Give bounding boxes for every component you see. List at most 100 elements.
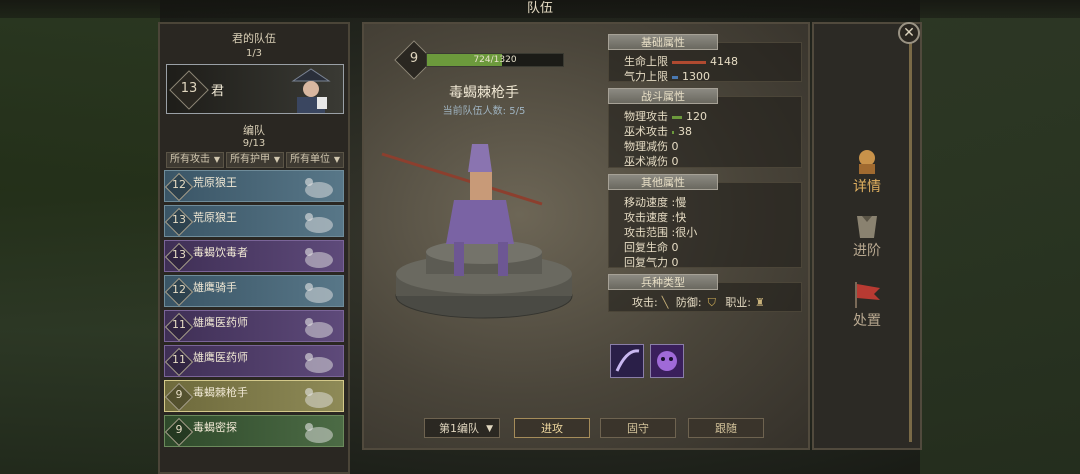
regen-hp-value: 0 xyxy=(671,241,679,254)
unit-level: 12 xyxy=(172,283,186,296)
unit-level: 11 xyxy=(172,353,186,366)
defend-button[interactable]: 固守 xyxy=(600,418,676,438)
other-stats-header: 其他属性 xyxy=(608,174,718,190)
attack-button[interactable]: 进攻 xyxy=(514,418,590,438)
divider xyxy=(909,30,912,442)
warrior-helmet-icon xyxy=(859,150,875,174)
squad-title: 编队 xyxy=(243,124,265,137)
party-title: 君的队伍 xyxy=(232,32,276,45)
unit-name: 雄鹰医药师 xyxy=(193,316,248,329)
skill-poison-mask-icon[interactable] xyxy=(650,344,684,378)
regen-qi-label: 回复气力 xyxy=(624,256,668,269)
magic-atk-value: 38 xyxy=(678,125,692,138)
unit-list-item[interactable]: 9 毒蝎棘枪手 xyxy=(164,380,344,412)
regen-hp-label: 回复生命 xyxy=(624,241,668,254)
qi-bar xyxy=(672,75,678,79)
filter-attack-dropdown[interactable]: 所有攻击 ▼ xyxy=(166,152,224,168)
unit-name: 雄鹰医药师 xyxy=(193,351,248,364)
filter-armor-label: 所有护甲 xyxy=(230,154,270,165)
unit-portrait xyxy=(305,318,333,338)
regen-hp-row: 回复生命 0 xyxy=(624,239,679,255)
leader-portrait xyxy=(291,68,331,113)
attack-range: 攻击范围 :很小 xyxy=(624,226,698,239)
unit-list-item[interactable]: 13 毒蝎饮毒者 xyxy=(164,240,344,272)
details-label: 详情 xyxy=(853,179,881,195)
leader-level: 13 xyxy=(180,81,198,96)
window-title: 队伍 xyxy=(0,0,1080,18)
unit-type-header: 兵种类型 xyxy=(608,274,718,290)
unit-list-item[interactable]: 11 雄鹰医药师 xyxy=(164,345,344,377)
hp-label: 生命上限 xyxy=(624,55,668,68)
regen-qi-row: 回复气力 0 xyxy=(624,254,679,270)
unit-portrait xyxy=(305,388,333,408)
class-icon: ♜ xyxy=(755,296,765,309)
hp-value: 4148 xyxy=(710,55,738,68)
chevron-down-icon: ▼ xyxy=(213,155,220,164)
xp-bar: 724/1320 xyxy=(426,53,564,67)
filter-row: 所有攻击 ▼ 所有护甲 ▼ 所有单位 ▼ xyxy=(166,152,344,168)
unit-type-row: 攻击: ╲ 防御: ⛉ 职业: ♜ xyxy=(632,294,765,310)
magic-def-label: 巫术减伤 xyxy=(624,155,668,168)
armor-icon xyxy=(857,216,877,238)
close-icon[interactable]: ✕ xyxy=(898,22,920,44)
attack-type-label: 攻击: xyxy=(632,296,658,309)
class-type-label: 职业: xyxy=(725,296,752,309)
unit-portrait xyxy=(305,213,333,233)
advance-button[interactable]: 进阶 xyxy=(838,210,896,260)
attack-speed: 攻击速度 :快 xyxy=(624,211,687,224)
unit-name: 毒蝎棘枪手 xyxy=(193,386,248,399)
unit-portrait xyxy=(305,248,333,268)
party-count: 1/3 xyxy=(245,48,263,59)
unit-name: 荒原狼王 xyxy=(193,176,237,189)
unit-portrait xyxy=(305,353,333,373)
filter-armor-dropdown[interactable]: 所有护甲 ▼ xyxy=(226,152,284,168)
unit-portrait xyxy=(305,283,333,303)
chevron-down-icon: ▼ xyxy=(273,155,280,164)
unit-list-item[interactable]: 12 雄鹰骑手 xyxy=(164,275,344,307)
filter-unit-label: 所有单位 xyxy=(290,154,330,165)
magic-atk-bar xyxy=(672,130,674,134)
xp-text: 724/1320 xyxy=(473,55,517,65)
magic-def-value: 0 xyxy=(671,155,679,168)
formation-dropdown[interactable]: 第1编队 ▼ xyxy=(424,418,500,438)
hp-row: 生命上限 4148 xyxy=(624,53,738,69)
magic-atk-label: 巫术攻击 xyxy=(624,125,668,138)
details-button[interactable]: 详情 xyxy=(838,146,896,196)
shield-icon: ⛉ xyxy=(707,296,716,309)
leader-card[interactable]: 13 君 xyxy=(166,64,344,114)
defense-type-label: 防御: xyxy=(675,296,702,309)
unit-level: 12 xyxy=(172,178,186,191)
qi-label: 气力上限 xyxy=(624,70,668,83)
advance-label: 进阶 xyxy=(853,243,881,259)
world-map-background-right xyxy=(920,0,1080,474)
combat-stats-header: 战斗属性 xyxy=(608,88,718,104)
unit-list-item[interactable]: 9 毒蝎密探 xyxy=(164,415,344,447)
chevron-down-icon: ▼ xyxy=(486,424,493,434)
filter-unit-dropdown[interactable]: 所有单位 ▼ xyxy=(286,152,344,168)
phys-def-label: 物理减伤 xyxy=(624,140,668,153)
skill-slash-icon[interactable] xyxy=(610,344,644,378)
unit-name: 毒蝎密探 xyxy=(193,421,237,434)
move-speed: 移动速度 :慢 xyxy=(624,196,687,209)
follow-button[interactable]: 跟随 xyxy=(688,418,764,438)
phys-atk-bar xyxy=(672,115,682,119)
qi-value: 1300 xyxy=(682,70,710,83)
squad-count: 9/13 xyxy=(242,138,266,149)
hp-bar xyxy=(672,60,706,64)
magic-def-row: 巫术减伤 0 xyxy=(624,153,679,169)
unit-portrait xyxy=(305,423,333,443)
dismiss-button[interactable]: 处置 xyxy=(838,280,896,330)
unit-list-item[interactable]: 11 雄鹰医药师 xyxy=(164,310,344,342)
unit-level: 13 xyxy=(172,213,186,226)
phys-atk-row: 物理攻击 120 xyxy=(624,108,707,124)
dismiss-label: 处置 xyxy=(853,313,881,329)
unit-list-item[interactable]: 13 荒原狼王 xyxy=(164,205,344,237)
unit-level: 13 xyxy=(172,248,186,261)
phys-atk-label: 物理攻击 xyxy=(624,110,668,123)
team-count: 当前队伍人数: 5/5 xyxy=(442,106,526,117)
spear-icon: ╲ xyxy=(661,296,669,309)
leader-name: 君 xyxy=(211,84,225,99)
unit-name: 毒蝎棘枪手 xyxy=(449,85,519,101)
filter-attack-label: 所有攻击 xyxy=(170,154,210,165)
unit-list-item[interactable]: 12 荒原狼王 xyxy=(164,170,344,202)
